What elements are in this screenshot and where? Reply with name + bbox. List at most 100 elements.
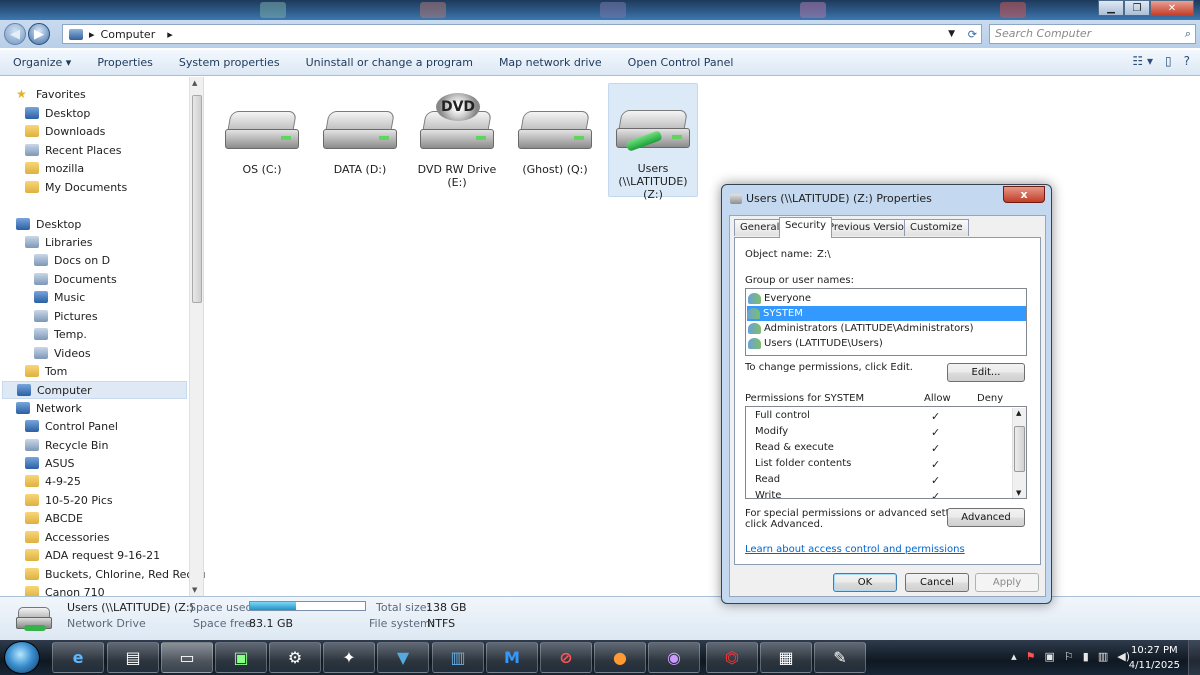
user-list-item[interactable]: Administrators (LATITUDE\Administrators) xyxy=(748,321,1028,336)
permissions-scroll-thumb[interactable] xyxy=(1014,426,1025,472)
nav-label: Tom xyxy=(45,364,68,378)
permissions-scrollbar[interactable]: ▲ ▼ xyxy=(1012,408,1026,498)
apply-button[interactable]: Apply xyxy=(975,573,1039,592)
drive-item[interactable]: (Ghost) (Q:) xyxy=(510,85,600,197)
nav-item[interactable]: 10-5-20 Pics xyxy=(25,491,113,509)
access-control-help-link[interactable]: Learn about access control and permissio… xyxy=(745,544,965,555)
cancel-button[interactable]: Cancel xyxy=(905,573,969,592)
tray-app-icon[interactable]: ▣ xyxy=(1044,650,1054,663)
nav-item[interactable]: My Documents xyxy=(25,178,127,196)
breadcrumb-chevron[interactable]: ▸ xyxy=(167,28,173,41)
private-browser-icon[interactable]: ◉ xyxy=(648,642,700,673)
minimize-button[interactable]: ▁ xyxy=(1098,0,1124,16)
document-viewer-icon[interactable]: ▤ xyxy=(107,642,159,673)
tray-power-icon[interactable]: ▮ xyxy=(1083,650,1089,663)
firefox-icon[interactable]: ● xyxy=(594,642,646,673)
user-list-item[interactable]: Everyone xyxy=(748,291,1028,306)
nav-item[interactable]: Temp. xyxy=(34,325,87,343)
user-list-item[interactable]: SYSTEM xyxy=(747,306,1026,321)
library-icon xyxy=(34,328,48,340)
windows-explorer-icon[interactable]: ▭ xyxy=(161,642,213,673)
clock[interactable]: 10:27 PM 4/11/2025 xyxy=(1129,643,1180,673)
app-manager-icon[interactable]: ▥ xyxy=(432,642,484,673)
nav-item[interactable]: ABCDE xyxy=(25,509,83,527)
nav-item[interactable]: Downloads xyxy=(25,122,105,140)
tray-flag-icon[interactable]: ⚐ xyxy=(1064,650,1074,663)
properties-button[interactable]: Properties xyxy=(84,56,166,69)
back-button[interactable]: ◀ xyxy=(4,23,26,45)
search-icon[interactable]: ⌕ xyxy=(1185,25,1191,43)
paint-app-icon[interactable]: ✎ xyxy=(814,642,866,673)
organize-button[interactable]: Organize ▾ xyxy=(0,56,84,69)
tab-security[interactable]: Security xyxy=(779,217,833,238)
nav-item[interactable]: Videos xyxy=(34,344,91,362)
address-bar[interactable]: ▸ Computer ▸ ▼ ⟳ xyxy=(62,24,982,44)
start-button[interactable] xyxy=(4,641,40,674)
tray-security-icon[interactable]: ⚑ xyxy=(1026,650,1036,663)
clock-date: 4/11/2025 xyxy=(1128,660,1180,671)
dialog-close-button[interactable]: x xyxy=(1003,186,1045,203)
nav-item[interactable]: Recent Places xyxy=(25,141,122,159)
nav-item[interactable]: Control Panel xyxy=(25,417,118,435)
user-list-item[interactable]: Users (LATITUDE\Users) xyxy=(748,336,1028,351)
maximize-button[interactable]: ❐ xyxy=(1124,0,1150,16)
user-list[interactable]: Everyone SYSTEM Administrators (LATITUDE\A… xyxy=(745,288,1027,356)
help-icon[interactable]: ? xyxy=(1184,54,1190,68)
vpn-app-icon[interactable]: ▼ xyxy=(377,642,429,673)
nav-item[interactable]: Pictures xyxy=(34,307,98,325)
system-monitor-icon[interactable]: ▣ xyxy=(215,642,267,673)
nav-item[interactable]: Docs on D xyxy=(34,251,110,269)
show-desktop-button[interactable] xyxy=(1188,640,1200,675)
drive-item[interactable]: DVD DVD RW Drive (E:) xyxy=(412,85,502,197)
nav-item[interactable]: Tom xyxy=(25,362,67,380)
nav-item[interactable]: Computer xyxy=(2,381,187,399)
nav-item[interactable]: Libraries xyxy=(25,233,93,251)
edit-button[interactable]: Edit... xyxy=(947,363,1025,382)
open-control-panel-button[interactable]: Open Control Panel xyxy=(615,56,747,69)
tab-customize[interactable]: Customize xyxy=(904,219,969,236)
drive-item[interactable]: DATA (D:) xyxy=(315,85,405,197)
nav-scrollbar[interactable]: ▲ ▼ xyxy=(189,77,203,596)
uninstall-button[interactable]: Uninstall or change a program xyxy=(293,56,486,69)
nav-item[interactable]: Documents xyxy=(34,270,117,288)
ok-button[interactable]: OK xyxy=(833,573,897,592)
tab-general[interactable]: General xyxy=(734,219,786,236)
nav-item[interactable]: Network xyxy=(16,399,82,417)
nav-item[interactable]: mozilla xyxy=(25,159,84,177)
nav-item[interactable]: Desktop xyxy=(16,215,81,233)
nav-item[interactable]: Accessories xyxy=(25,528,109,546)
advanced-button[interactable]: Advanced xyxy=(947,508,1025,527)
drive-item[interactable]: OS (C:) xyxy=(217,85,307,197)
control-panel-icon[interactable]: ▦ xyxy=(760,642,812,673)
nav-label: Pictures xyxy=(54,309,98,323)
nav-item[interactable]: 4-9-25 xyxy=(25,472,81,490)
blocker-app-icon[interactable]: ⊘ xyxy=(540,642,592,673)
forward-button[interactable]: ▶ xyxy=(28,23,50,45)
search-input[interactable]: Search Computer ⌕ xyxy=(989,24,1196,44)
nav-item[interactable]: Music xyxy=(34,288,85,306)
nav-favorites[interactable]: ★ Favorites xyxy=(16,85,86,103)
nav-item[interactable]: ASUS xyxy=(25,454,75,472)
nav-item[interactable]: Desktop xyxy=(25,104,90,122)
permission-row: Read & execute ✓ xyxy=(755,442,1015,457)
nav-item[interactable]: Recycle Bin xyxy=(25,436,108,454)
tray-expand-icon[interactable]: ▴ xyxy=(1011,650,1017,663)
nav-item[interactable]: ADA request 9-16-21 xyxy=(25,546,160,564)
settings-gear-icon[interactable]: ⚙ xyxy=(269,642,321,673)
media-app-icon[interactable]: ✦ xyxy=(323,642,375,673)
refresh-icon[interactable]: ⟳ xyxy=(968,28,977,41)
close-button[interactable]: ✕ xyxy=(1150,0,1194,16)
folder-icon xyxy=(25,512,39,524)
adobe-reader-icon[interactable]: ⏣ xyxy=(706,642,758,673)
tray-network-icon[interactable]: ▥ xyxy=(1098,650,1108,663)
preview-pane-icon[interactable]: ▯ xyxy=(1165,54,1172,68)
nav-scroll-thumb[interactable] xyxy=(192,95,202,303)
address-dropdown-icon[interactable]: ▼ xyxy=(948,29,955,39)
map-network-drive-button[interactable]: Map network drive xyxy=(486,56,615,69)
breadcrumb-computer[interactable]: Computer xyxy=(101,28,156,41)
system-properties-button[interactable]: System properties xyxy=(166,56,293,69)
drive-item[interactable]: Users (\\LATITUDE) (Z:) xyxy=(608,83,698,201)
view-options-icon[interactable]: ☷ ▾ xyxy=(1132,54,1153,68)
malwarebytes-icon[interactable]: M xyxy=(486,642,538,673)
internet-explorer-icon[interactable]: e xyxy=(52,642,104,673)
